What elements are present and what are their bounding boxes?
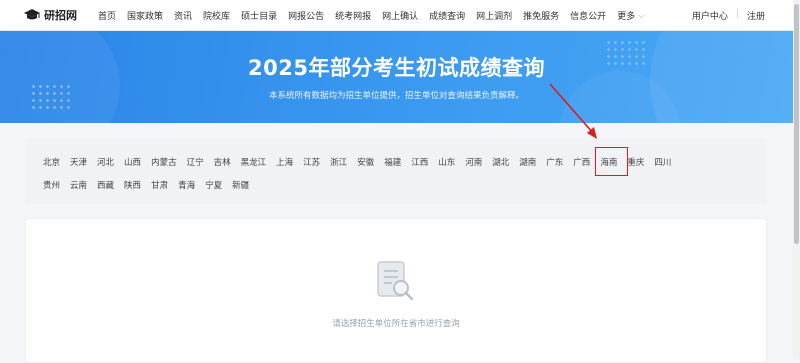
document-search-icon [377,261,414,301]
scrollbar[interactable] [793,0,800,359]
scrollbar-thumb[interactable] [794,4,799,244]
result-panel: 请选择招生单位所在省市进行查询 [25,218,767,363]
empty-state-message: 请选择招生单位所在省市进行查询 [332,319,460,329]
